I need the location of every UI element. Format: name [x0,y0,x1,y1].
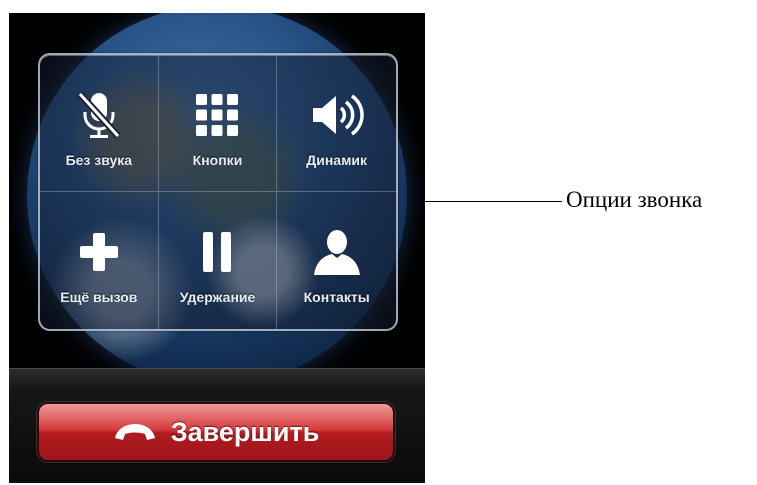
phone-hangup-icon [114,424,155,440]
speaker-button[interactable]: Динамик [277,55,396,192]
hold-button[interactable]: Удержание [159,192,278,329]
contacts-label: Контакты [303,289,370,305]
keypad-icon [196,94,239,136]
pause-icon [203,232,232,272]
keypad-button[interactable]: Кнопки [158,55,278,192]
call-options-panel: Без звука Кнопки Динамик Ещё вызов Удерж… [38,53,398,331]
contacts-button[interactable]: Контакты [277,192,396,329]
hold-label: Удержание [179,289,256,305]
keypad-label: Кнопки [192,152,243,168]
phone-screen: Без звука Кнопки Динамик Ещё вызов Удерж… [9,13,425,483]
plus-icon [79,233,118,271]
callout-line [425,201,562,202]
add-call-label: Ещё вызов [60,289,138,305]
add-call-button[interactable]: Ещё вызов [40,192,159,329]
mute-button[interactable]: Без звука [40,55,159,192]
speaker-label: Динамик [306,152,368,168]
mic-off-icon [77,91,121,139]
mute-label: Без звука [65,152,133,168]
end-call-label: Завершить [170,416,320,447]
callout-label: Опции звонка [566,187,703,212]
speaker-icon [312,94,364,136]
end-call-button[interactable]: Завершить [37,402,395,462]
contact-icon [313,230,360,275]
